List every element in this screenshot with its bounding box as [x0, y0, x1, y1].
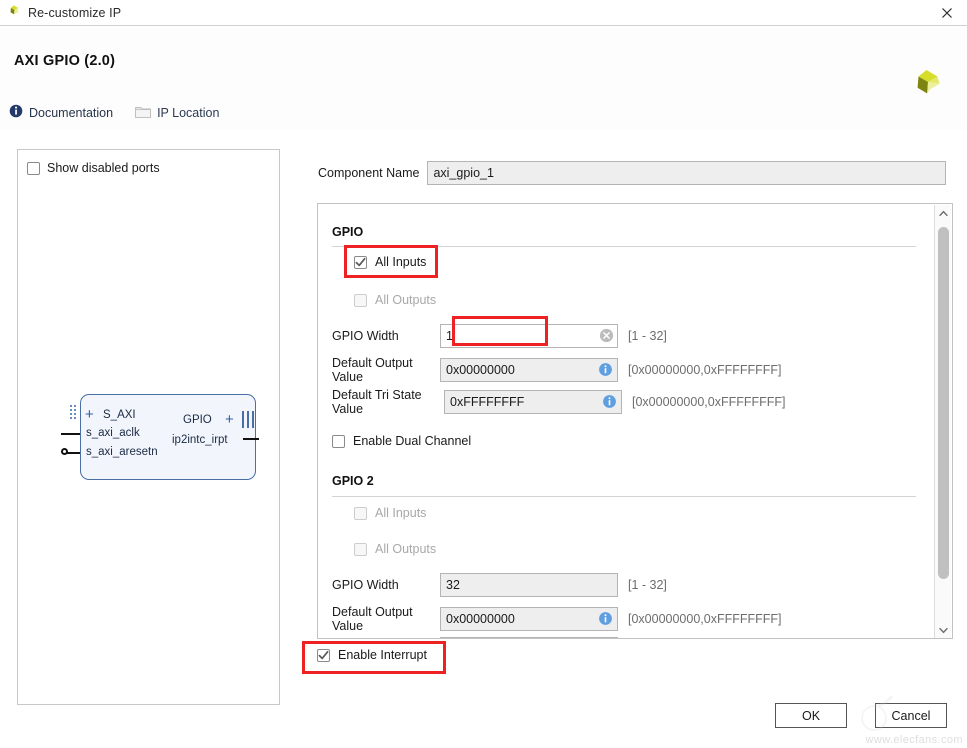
info-icon — [9, 104, 23, 121]
default-tri-state-value-row-gpio1: Default Tri State Value [0x00000000,0xFF… — [332, 388, 786, 416]
info-icon[interactable] — [602, 394, 617, 412]
gpio-width-range: [1 - 32] — [628, 329, 667, 343]
pin-ip2intc-irpt — [243, 438, 259, 440]
group-title-gpio: GPIO — [332, 225, 363, 239]
group-title-gpio2: GPIO 2 — [332, 474, 374, 488]
check-icon — [318, 650, 329, 661]
documentation-label: Documentation — [29, 106, 113, 120]
ip-block-diagram: + S_AXI s_axi_aclk s_axi_aresetn GPIO + … — [61, 390, 261, 490]
ip-location-link[interactable]: IP Location — [135, 105, 219, 121]
default-output-value-row-gpio2: Default Output Value [0x00000000,0xFFFFF… — [332, 605, 782, 633]
port-label-s-axi-aresetn: s_axi_aresetn — [86, 446, 158, 458]
close-icon[interactable] — [927, 0, 967, 26]
group-rule — [332, 496, 916, 497]
default-output-value-range: [0x00000000,0xFFFFFFFF] — [628, 363, 782, 377]
folder-icon — [135, 105, 151, 121]
s-axi-expand-icon[interactable]: + — [85, 407, 94, 422]
ip-diagram-panel: Show disabled ports + S_AXI s_axi_aclk s… — [17, 149, 280, 705]
all-outputs-checkbox-gpio2[interactable]: All Outputs — [354, 542, 436, 556]
checkbox-box — [354, 294, 367, 307]
gpio-width-input[interactable] — [440, 573, 618, 597]
chevron-down-icon[interactable] — [935, 622, 952, 639]
page-title: AXI GPIO (2.0) — [14, 53, 115, 69]
checkbox-box — [354, 543, 367, 556]
info-icon[interactable] — [598, 611, 613, 629]
pin-s-axi-aresetn — [66, 452, 80, 454]
gpio-width-row-gpio1: GPIO Width [1 - 32] — [332, 324, 667, 348]
default-tri-state-value-label: Default Tri State Value — [332, 388, 444, 416]
gpio-bus-stub — [242, 411, 244, 428]
all-inputs-checkbox-gpio1[interactable]: All Inputs — [354, 255, 426, 269]
checkbox-box — [332, 435, 345, 448]
all-inputs-checkbox-gpio2[interactable]: All Inputs — [354, 506, 426, 520]
gpio-width-range: [1 - 32] — [628, 578, 667, 592]
window-titlebar: Re-customize IP — [0, 0, 967, 26]
documentation-link[interactable]: Documentation — [9, 104, 113, 121]
default-tri-state-value-range: [0x00000000,0xFFFFFFFF] — [632, 395, 786, 409]
all-outputs-label: All Outputs — [375, 293, 436, 307]
ip-location-label: IP Location — [157, 106, 219, 120]
all-inputs-label: All Inputs — [375, 506, 426, 520]
watermark-icon — [859, 692, 905, 736]
xilinx-logo-icon — [6, 4, 21, 22]
check-icon — [355, 257, 366, 268]
show-disabled-ports-checkbox[interactable]: Show disabled ports — [27, 161, 160, 175]
window-title: Re-customize IP — [28, 6, 121, 20]
gpio-width-row-gpio2: GPIO Width [1 - 32] — [332, 573, 667, 597]
port-label-ip2intc-irpt: ip2intc_irpt — [172, 434, 228, 446]
default-output-value-input[interactable] — [440, 607, 618, 631]
all-outputs-label: All Outputs — [375, 542, 436, 556]
vertical-scrollbar[interactable] — [934, 205, 951, 639]
bus-dots-icon — [70, 405, 79, 423]
clear-icon[interactable] — [599, 328, 614, 346]
default-output-value-range: [0x00000000,0xFFFFFFFF] — [628, 612, 782, 626]
clipped-field-input[interactable] — [440, 637, 618, 639]
checkbox-box — [27, 162, 40, 175]
component-name-input[interactable] — [427, 161, 946, 185]
checkbox-box — [317, 649, 330, 662]
gpio-bus-stub — [247, 411, 249, 428]
settings-content: GPIO All Inputs All Outputs GPIO Width — [318, 204, 933, 638]
xilinx-logo-icon — [905, 65, 945, 108]
gpio-width-label: GPIO Width — [332, 329, 440, 343]
reset-bubble-icon — [61, 448, 68, 455]
default-output-value-label: Default Output Value — [332, 356, 440, 384]
default-output-value-label: Default Output Value — [332, 605, 440, 633]
checkbox-box — [354, 256, 367, 269]
header-links: Documentation IP Location — [9, 104, 219, 121]
pin-s-axi-aclk — [61, 433, 80, 435]
chevron-up-icon[interactable] — [935, 205, 952, 222]
default-tri-state-value-input[interactable] — [444, 390, 622, 414]
clipped-field-row — [332, 637, 618, 639]
component-name-row: Component Name — [318, 161, 946, 185]
show-disabled-ports-label: Show disabled ports — [47, 161, 160, 175]
settings-scroll-area: GPIO All Inputs All Outputs GPIO Width — [317, 203, 953, 639]
enable-dual-channel-label: Enable Dual Channel — [353, 434, 471, 448]
all-inputs-label: All Inputs — [375, 255, 426, 269]
enable-dual-channel-checkbox[interactable]: Enable Dual Channel — [332, 434, 471, 448]
component-name-label: Component Name — [318, 166, 419, 180]
default-output-value-row-gpio1: Default Output Value [0x00000000,0xFFFFF… — [332, 356, 782, 384]
default-output-value-input[interactable] — [440, 358, 618, 382]
enable-interrupt-label: Enable Interrupt — [338, 648, 427, 662]
all-outputs-checkbox-gpio1[interactable]: All Outputs — [354, 293, 436, 307]
port-label-s-axi: S_AXI — [103, 409, 136, 421]
gpio-bus-stub — [252, 411, 254, 428]
dialog-header: AXI GPIO (2.0) Documentation — [0, 27, 967, 130]
info-icon[interactable] — [598, 362, 613, 380]
gpio-width-input[interactable] — [440, 324, 618, 348]
group-rule — [332, 246, 916, 247]
gpio-expand-icon[interactable]: + — [225, 412, 234, 427]
ok-button[interactable]: OK — [775, 703, 847, 728]
watermark-text: www.elecfans.com — [866, 734, 964, 746]
port-label-s-axi-aclk: s_axi_aclk — [86, 427, 140, 439]
enable-interrupt-checkbox[interactable]: Enable Interrupt — [317, 648, 427, 662]
gpio-width-label: GPIO Width — [332, 578, 440, 592]
scrollbar-thumb[interactable] — [938, 227, 949, 579]
port-label-gpio: GPIO — [183, 414, 212, 426]
checkbox-box — [354, 507, 367, 520]
